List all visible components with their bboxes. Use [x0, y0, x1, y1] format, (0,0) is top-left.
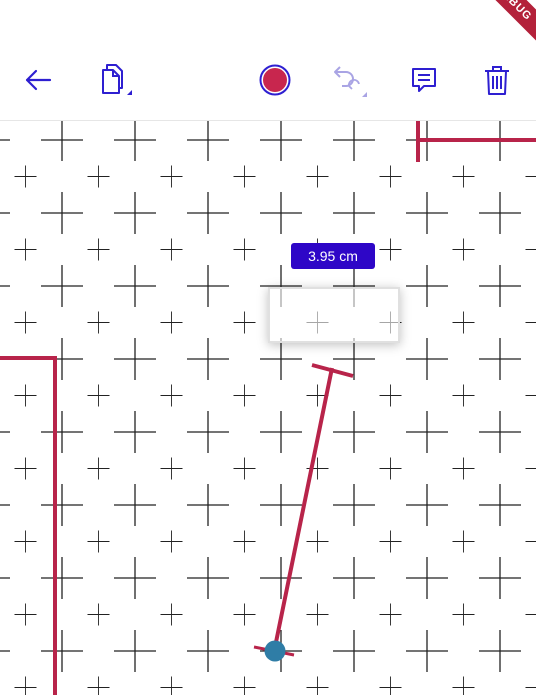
copy-button[interactable]: [92, 60, 132, 100]
comment-button[interactable]: [404, 60, 444, 100]
magnifier-loupe: [268, 287, 400, 343]
delete-button[interactable]: [477, 60, 517, 100]
floor-plan-canvas[interactable]: [0, 121, 536, 695]
comment-icon: [412, 68, 436, 92]
record-icon: [259, 64, 291, 96]
undo-redo-button[interactable]: [328, 60, 368, 100]
grid-layer: [0, 121, 536, 695]
drag-handle[interactable]: [264, 640, 286, 662]
measurement-label: 3.95 cm: [291, 243, 375, 269]
app-screen: DEBUG 3.95 cm: [0, 0, 536, 695]
grid-major-crosses: [0, 121, 521, 672]
arrow-left-icon: [25, 69, 52, 91]
copy-pages-icon: [102, 64, 132, 95]
top-toolbar: [0, 0, 536, 121]
back-button[interactable]: [18, 60, 58, 100]
undo-redo-icon: [334, 66, 367, 97]
record-button[interactable]: [255, 60, 295, 100]
measure-line[interactable]: [272, 367, 334, 653]
trash-icon: [485, 66, 509, 95]
grid-minor-crosses: [14, 165, 536, 695]
